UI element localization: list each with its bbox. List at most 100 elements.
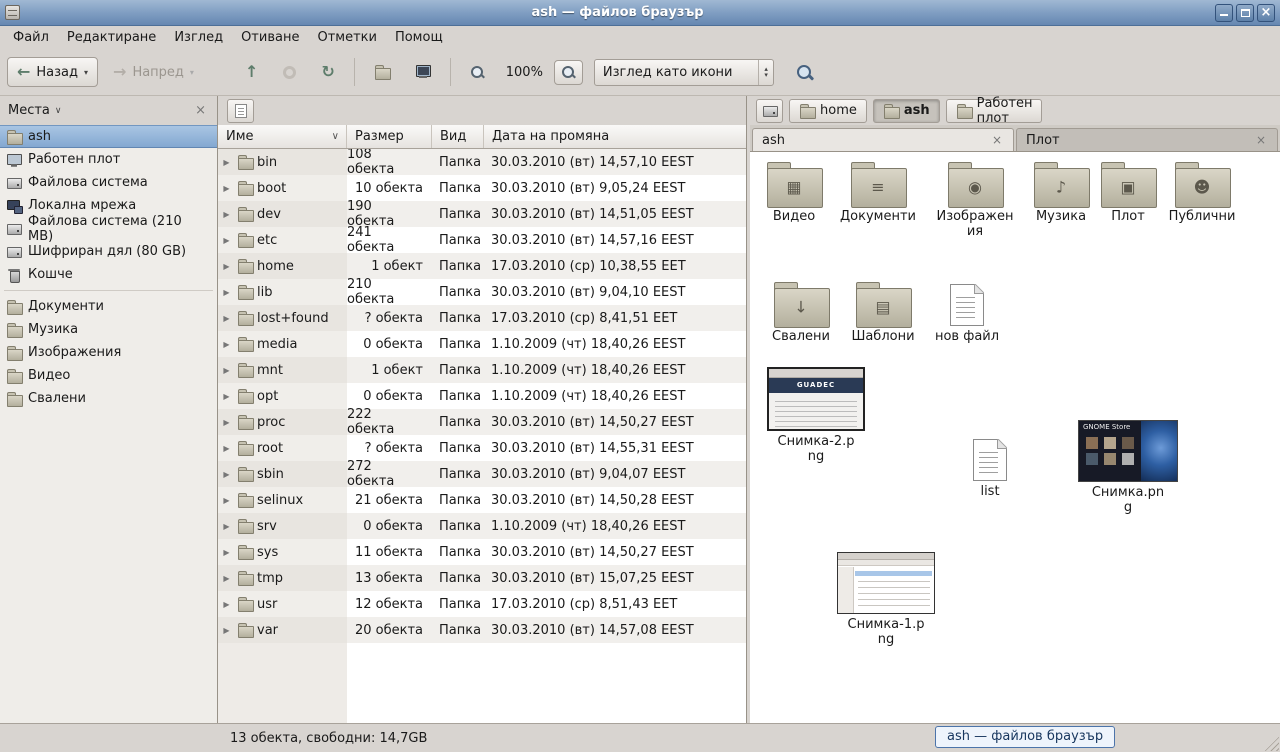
sidebar-item[interactable]: Свалени: [0, 387, 217, 410]
sidebar-item[interactable]: Работен плот: [0, 148, 217, 171]
expander-icon[interactable]: ▶: [220, 496, 233, 505]
zoom-in-button[interactable]: [554, 60, 583, 85]
table-row[interactable]: ▶var20 обектаПапка30.03.2010 (вт) 14,57,…: [218, 617, 746, 643]
expander-icon[interactable]: ▶: [220, 626, 233, 635]
tab-close-icon[interactable]: ×: [990, 133, 1004, 147]
pathbar-button[interactable]: home: [789, 99, 867, 123]
toggle-location-entry-button[interactable]: [227, 99, 254, 123]
sidebar-item[interactable]: ash: [0, 125, 217, 148]
expander-icon[interactable]: ▶: [220, 340, 233, 349]
table-row[interactable]: ▶bin108 обектаПапка30.03.2010 (вт) 14,57…: [218, 149, 746, 175]
table-row[interactable]: ▶etc241 обектаПапка30.03.2010 (вт) 14,57…: [218, 227, 746, 253]
resize-grip[interactable]: [1264, 736, 1279, 751]
table-row[interactable]: ▶dev190 обектаПапка30.03.2010 (вт) 14,51…: [218, 201, 746, 227]
expander-icon[interactable]: ▶: [220, 262, 233, 271]
file-size-cell: 0 обекта: [347, 383, 432, 409]
expander-icon[interactable]: ▶: [220, 210, 233, 219]
sidebar-item[interactable]: Файлова система: [0, 171, 217, 194]
table-row[interactable]: ▶boot10 обектаПапка30.03.2010 (вт) 9,05,…: [218, 175, 746, 201]
expander-icon[interactable]: ▶: [220, 392, 233, 401]
table-row[interactable]: ▶opt0 обектаПапка1.10.2009 (чт) 18,40,26…: [218, 383, 746, 409]
column-header[interactable]: Име∨: [218, 125, 347, 148]
sidebar-item[interactable]: Кошче: [0, 263, 217, 286]
search-button[interactable]: [785, 56, 824, 89]
tab-close-icon[interactable]: ×: [1254, 133, 1268, 147]
table-row[interactable]: ▶lib210 обектаПапка30.03.2010 (вт) 9,04,…: [218, 279, 746, 305]
up-button[interactable]: ↑: [235, 57, 268, 87]
zoom-out-button[interactable]: [460, 58, 495, 87]
expander-icon[interactable]: ▶: [220, 418, 233, 427]
menu-item-0[interactable]: Файл: [4, 28, 58, 47]
menu-item-2[interactable]: Изглед: [165, 28, 232, 47]
table-row[interactable]: ▶media0 обектаПапка1.10.2009 (чт) 18,40,…: [218, 331, 746, 357]
expander-icon[interactable]: ▶: [220, 288, 233, 297]
table-row[interactable]: ▶mnt1 обектПапка1.10.2009 (чт) 18,40,26 …: [218, 357, 746, 383]
file-date-cell: 30.03.2010 (вт) 14,57,16 EEST: [484, 227, 746, 253]
iconview-item[interactable]: list: [942, 435, 1038, 500]
table-row[interactable]: ▶lost+found? обектаПапка17.03.2010 (ср) …: [218, 305, 746, 331]
menu-item-4[interactable]: Отметки: [308, 28, 385, 47]
taskbar-chip[interactable]: ash — файлов браузър: [935, 726, 1115, 748]
expander-icon[interactable]: ▶: [220, 600, 233, 609]
forward-button[interactable]: → Напред ▾: [103, 57, 204, 87]
pathbar-button[interactable]: ash: [873, 99, 940, 123]
column-header[interactable]: Вид: [432, 125, 484, 148]
computer-icon: [415, 64, 431, 80]
sidebar-title[interactable]: Места: [8, 103, 50, 118]
iconview-item[interactable]: Снимка-1.png: [838, 552, 934, 648]
pathbar-button[interactable]: Работен плот: [946, 99, 1043, 123]
sidebar-item[interactable]: Шифриран дял (80 GB): [0, 240, 217, 263]
back-button[interactable]: ← Назад ▾: [7, 57, 98, 87]
table-row[interactable]: ▶sbin272 обектаПапка30.03.2010 (вт) 9,04…: [218, 461, 746, 487]
minimize-button[interactable]: [1215, 4, 1233, 22]
iconview-item[interactable]: ▤Шаблони: [835, 280, 931, 345]
iconview-item[interactable]: ≡Документи: [830, 160, 926, 225]
table-row[interactable]: ▶sys11 обектаПапка30.03.2010 (вт) 14,50,…: [218, 539, 746, 565]
expander-icon[interactable]: ▶: [220, 444, 233, 453]
sidebar-close-icon[interactable]: ×: [192, 103, 209, 118]
view-mode-dropdown[interactable]: Изглед като икони ▴▾: [594, 59, 774, 86]
home-button[interactable]: [364, 57, 400, 87]
expander-icon[interactable]: ▶: [220, 574, 233, 583]
sidebar-item[interactable]: Музика: [0, 318, 217, 341]
expander-icon[interactable]: ▶: [220, 522, 233, 531]
expander-icon[interactable]: ▶: [220, 236, 233, 245]
iconview-item[interactable]: ◉Изображения: [927, 160, 1023, 240]
menu-item-5[interactable]: Помощ: [386, 28, 452, 47]
table-row[interactable]: ▶tmp13 обектаПапка30.03.2010 (вт) 15,07,…: [218, 565, 746, 591]
titlebar[interactable]: ash — файлов браузър ×: [0, 0, 1280, 26]
menu-item-1[interactable]: Редактиране: [58, 28, 165, 47]
table-row[interactable]: ▶srv0 обектаПапка1.10.2009 (чт) 18,40,26…: [218, 513, 746, 539]
iconview-item[interactable]: ☻Публични: [1154, 160, 1250, 225]
iconview-item[interactable]: GNOME StoreСнимка.png: [1080, 420, 1176, 516]
tab[interactable]: ash×: [752, 128, 1014, 151]
table-row[interactable]: ▶selinux21 обектаПапка30.03.2010 (вт) 14…: [218, 487, 746, 513]
expander-icon[interactable]: ▶: [220, 470, 233, 479]
column-header[interactable]: Размер: [347, 125, 432, 148]
maximize-button[interactable]: [1236, 4, 1254, 22]
table-row[interactable]: ▶proc222 обектаПапка30.03.2010 (вт) 14,5…: [218, 409, 746, 435]
expander-icon[interactable]: ▶: [220, 314, 233, 323]
close-button[interactable]: ×: [1257, 4, 1275, 22]
iconview-item[interactable]: нов файл: [919, 280, 1015, 345]
table-row[interactable]: ▶home1 обектПапка17.03.2010 (ср) 10,38,5…: [218, 253, 746, 279]
expander-icon[interactable]: ▶: [220, 158, 233, 167]
iconview-item[interactable]: GUADECСнимка-2.png: [768, 367, 864, 465]
stop-button[interactable]: [273, 59, 306, 86]
expander-icon[interactable]: ▶: [220, 184, 233, 193]
computer-button[interactable]: [405, 57, 441, 87]
table-row[interactable]: ▶root? обектаПапка30.03.2010 (вт) 14,55,…: [218, 435, 746, 461]
reload-button[interactable]: ↻: [311, 57, 344, 87]
column-header[interactable]: Дата на промяна: [484, 125, 746, 148]
menu-item-3[interactable]: Отиване: [232, 28, 308, 47]
expander-icon[interactable]: ▶: [220, 548, 233, 557]
table-row[interactable]: ▶usr12 обектаПапка17.03.2010 (ср) 8,51,4…: [218, 591, 746, 617]
pathbar-edge-button[interactable]: [756, 99, 783, 123]
sidebar-item[interactable]: Изображения: [0, 341, 217, 364]
iconview-item[interactable]: ▦Видео: [750, 160, 842, 225]
sidebar-item[interactable]: Файлова система (210 MB): [0, 217, 217, 240]
sidebar-item[interactable]: Документи: [0, 295, 217, 318]
sidebar-item[interactable]: Видео: [0, 364, 217, 387]
tab[interactable]: Плот×: [1016, 128, 1278, 151]
expander-icon[interactable]: ▶: [220, 366, 233, 375]
